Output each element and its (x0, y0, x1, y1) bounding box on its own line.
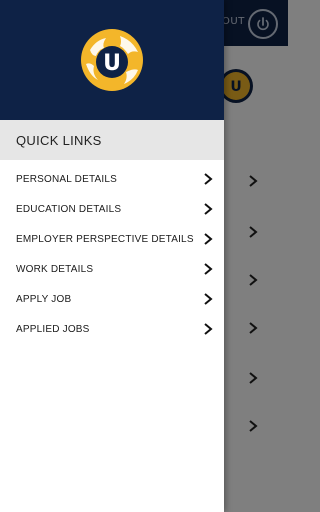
quick-links-title: QUICK LINKS (16, 132, 102, 148)
menu-item-label: APPLY JOB (16, 293, 72, 305)
chevron-right-icon (204, 173, 213, 185)
drawer-header: U (0, 0, 224, 120)
chevron-right-icon (204, 323, 213, 335)
menu-item-applied-jobs[interactable]: APPLIED JOBS (0, 314, 224, 344)
app-logo-letter: U (103, 51, 121, 76)
app-logo: U (81, 29, 143, 91)
menu-item-apply-job[interactable]: APPLY JOB (0, 284, 224, 314)
quick-links-header: QUICK LINKS (0, 120, 224, 160)
quick-links-menu: PERSONAL DETAILS EDUCATION DETAILS EMPLO… (0, 164, 224, 344)
menu-item-employer-perspective-details[interactable]: EMPLOYER PERSPECTIVE DETAILS (0, 224, 224, 254)
navigation-drawer: U QUICK LINKS PERSONAL DETAILS EDUCATION… (0, 0, 224, 512)
menu-item-label: EDUCATION DETAILS (16, 203, 122, 215)
chevron-right-icon (204, 203, 213, 215)
menu-item-label: APPLIED JOBS (16, 323, 90, 335)
menu-item-label: PERSONAL DETAILS (16, 173, 118, 185)
menu-item-label: WORK DETAILS (16, 263, 94, 275)
menu-item-work-details[interactable]: WORK DETAILS (0, 254, 224, 284)
menu-item-education-details[interactable]: EDUCATION DETAILS (0, 194, 224, 224)
chevron-right-icon (204, 293, 213, 305)
chevron-right-icon (204, 263, 213, 275)
menu-item-label: EMPLOYER PERSPECTIVE DETAILS (16, 233, 194, 245)
menu-item-personal-details[interactable]: PERSONAL DETAILS (0, 164, 224, 194)
chevron-right-icon (204, 233, 213, 245)
